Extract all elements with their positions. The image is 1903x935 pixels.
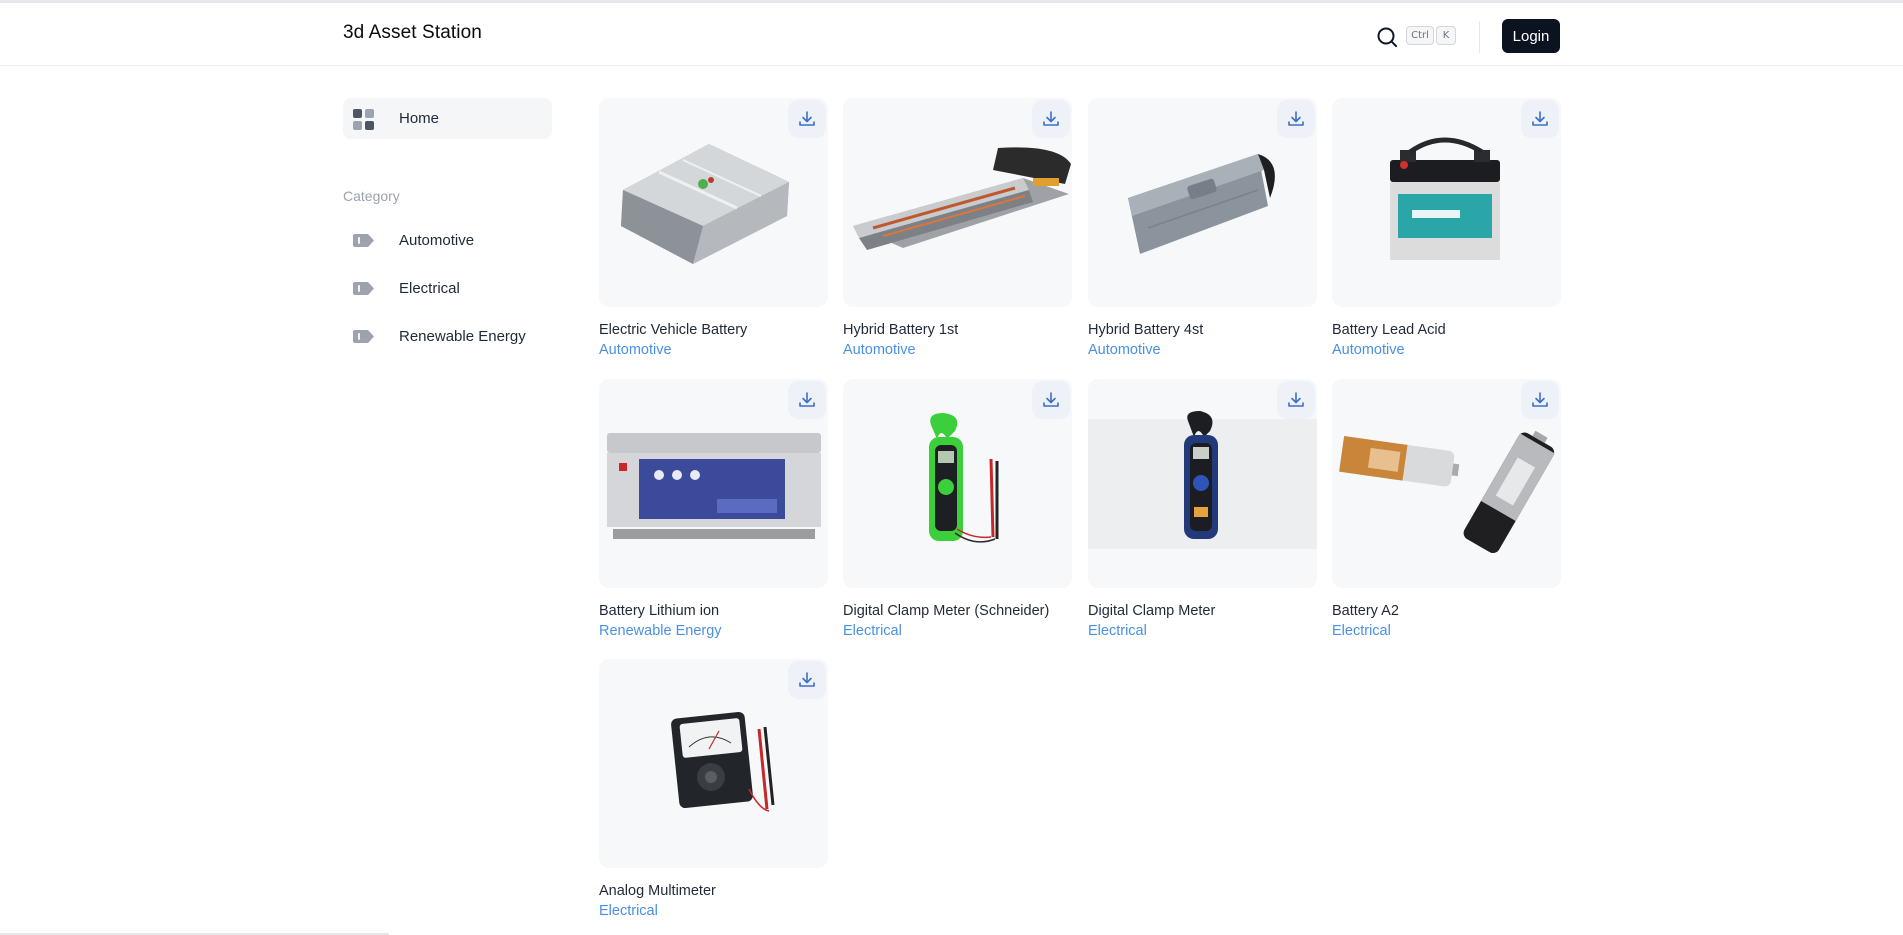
asset-title: Digital Clamp Meter (Schneider) <box>843 603 1050 619</box>
asset-title: Hybrid Battery 4st <box>1088 322 1204 338</box>
asset-category-link[interactable]: Automotive <box>599 342 672 358</box>
download-icon <box>1288 392 1304 407</box>
grid-icon <box>353 109 374 130</box>
search-icon[interactable] <box>1375 25 1399 49</box>
download-icon <box>1532 111 1548 126</box>
asset-category-link[interactable]: Electrical <box>599 903 658 919</box>
shortcut-key-ctrl: Ctrl <box>1406 26 1434 45</box>
asset-title: Electric Vehicle Battery <box>599 322 748 338</box>
download-icon <box>1532 392 1548 407</box>
download-icon <box>799 392 815 407</box>
asset-category-link[interactable]: Electrical <box>1332 623 1391 639</box>
asset-category-link[interactable]: Electrical <box>843 623 902 639</box>
download-icon <box>799 672 815 687</box>
download-button[interactable] <box>1521 100 1559 138</box>
asset-category-link[interactable]: Electrical <box>1088 623 1147 639</box>
download-button[interactable] <box>1521 381 1559 419</box>
asset-title: Digital Clamp Meter <box>1088 603 1216 619</box>
category-heading: Category <box>343 188 400 204</box>
tag-icon <box>353 234 374 247</box>
asset-category-link[interactable]: Renewable Energy <box>599 623 722 639</box>
download-icon <box>1043 111 1059 126</box>
asset-title: Analog Multimeter <box>599 883 716 899</box>
header-divider <box>1479 21 1480 53</box>
sidebar-item-label: Home <box>399 110 440 127</box>
download-button[interactable] <box>788 381 826 419</box>
sidebar-item-renewable-energy[interactable]: Renewable Energy <box>343 320 552 354</box>
sidebar-item-home[interactable]: Home <box>343 98 552 139</box>
app-title[interactable]: 3d Asset Station <box>343 22 482 44</box>
sidebar-item-automotive[interactable]: Automotive <box>343 224 552 258</box>
download-button[interactable] <box>788 661 826 699</box>
asset-title: Hybrid Battery 1st <box>843 322 959 338</box>
download-icon <box>1043 392 1059 407</box>
download-icon <box>799 111 815 126</box>
download-button[interactable] <box>1277 381 1315 419</box>
download-button[interactable] <box>1277 100 1315 138</box>
tag-icon <box>353 282 374 295</box>
asset-title: Battery Lead Acid <box>1332 322 1446 338</box>
asset-title: Battery A2 <box>1332 603 1399 619</box>
sidebar-item-electrical[interactable]: Electrical <box>343 272 552 306</box>
asset-category-link[interactable]: Automotive <box>1088 342 1161 358</box>
login-button[interactable]: Login <box>1502 19 1560 53</box>
tag-icon <box>353 330 374 343</box>
asset-category-link[interactable]: Automotive <box>843 342 916 358</box>
top-header: 3d Asset Station Ctrl K Login <box>0 3 1903 66</box>
download-icon <box>1288 111 1304 126</box>
download-button[interactable] <box>1032 381 1070 419</box>
sidebar-item-label: Automotive <box>399 232 475 249</box>
shortcut-key-k: K <box>1436 26 1456 45</box>
asset-category-link[interactable]: Automotive <box>1332 342 1405 358</box>
asset-title: Battery Lithium ion <box>599 603 720 619</box>
sidebar-item-label: Renewable Energy <box>399 328 526 345</box>
download-button[interactable] <box>788 100 826 138</box>
sidebar-item-label: Electrical <box>399 280 460 297</box>
download-button[interactable] <box>1032 100 1070 138</box>
